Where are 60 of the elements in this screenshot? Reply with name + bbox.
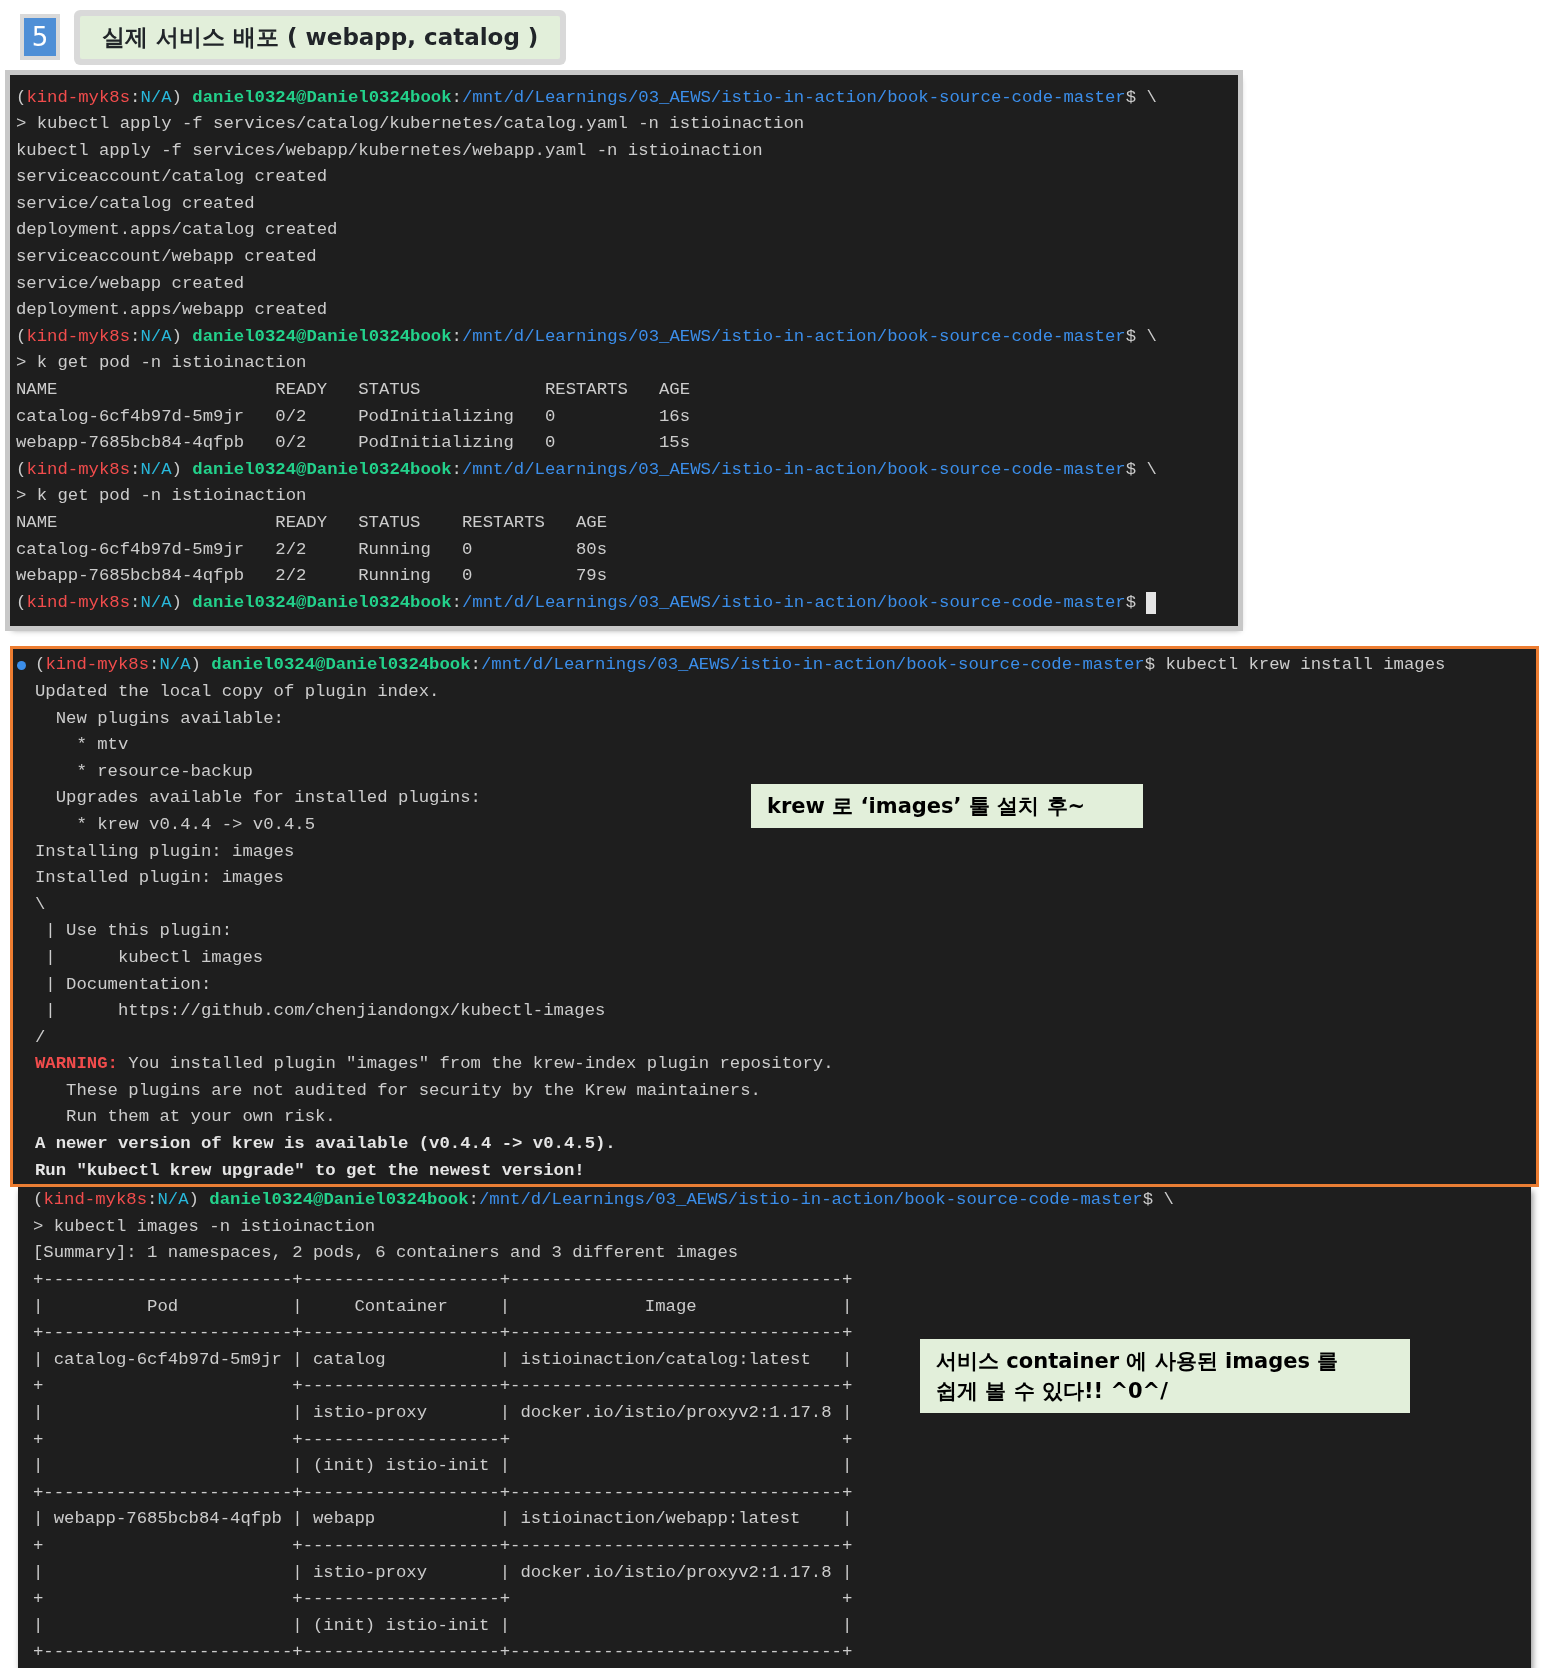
terminal-line: | | istio-proxy | docker.io/istio/proxyv2:1.17.8 |	[33, 1561, 853, 1584]
terminal-line: catalog-6cf4b97d-5m9jr 2/2 Running 0 80s	[16, 538, 608, 561]
terminal-line: * mtv	[75, 734, 129, 757]
terminal-line: NAME READY STATUS RESTARTS AGE	[16, 379, 691, 402]
annotation-note: 서비스 container 에 사용된 images 를 쉽게 볼 수 있다!! ^0^/	[920, 1339, 1410, 1414]
terminal-line: +------------------------+-------------------+--------------------------------+	[33, 1641, 853, 1664]
terminal-line: > kubectl images -n istioinaction	[33, 1215, 376, 1238]
terminal-line: webapp-7685bcb84-4qfpb 0/2 PodInitializing 0 15s	[16, 432, 691, 455]
terminal-line: * krew v0.4.4 -> v0.4.5	[75, 813, 315, 836]
terminal-line: > k get pod -n istioinaction	[16, 352, 307, 375]
terminal-line: Updated the local copy of plugin index.	[35, 680, 440, 703]
terminal-line: Installed plugin: images	[35, 867, 284, 890]
terminal-line: (kind-myk8s:N/A) daniel0324@Daniel0324book:/mnt/d/Learnings/03_AEWS/istio-in-action/book-source-code-master$ kubectl krew install images	[35, 654, 1446, 677]
terminal-line: | kubectl images	[44, 946, 264, 969]
terminal-line: + +-------------------+ +	[33, 1588, 853, 1611]
terminal-line: deployment.apps/webapp created	[16, 299, 328, 322]
terminal-line: | webapp-7685bcb84-4qfpb | webapp | istioinaction/webapp:latest |	[33, 1508, 853, 1531]
terminal-line: These plugins are not audited for security by the Krew maintainers.	[65, 1079, 761, 1102]
terminal-line: * resource-backup	[75, 760, 253, 783]
terminal-line: +------------------------+-------------------+--------------------------------+	[33, 1481, 853, 1504]
terminal-line: [Summary]: 1 namespaces, 2 pods, 6 containers and 3 different images	[33, 1242, 739, 1265]
terminal-line: Run them at your own risk.	[65, 1106, 336, 1129]
terminal-line: | Pod | Container | Image |	[33, 1295, 853, 1318]
terminal-line: | Use this plugin:	[44, 920, 233, 943]
terminal-line: New plugins available:	[54, 707, 284, 730]
terminal-line: Run "kubectl krew upgrade" to get the newest version!	[35, 1159, 585, 1182]
terminal-line: service/webapp created	[16, 272, 245, 295]
terminal-line: serviceaccount/catalog created	[16, 166, 328, 189]
terminal-line: WARNING: You installed plugin "images" from the krew-index plugin repository.	[35, 1053, 834, 1076]
terminal-line: + +-------------------+--------------------------------+	[33, 1375, 853, 1398]
terminal-line: catalog-6cf4b97d-5m9jr 0/2 PodInitializing 0 16s	[16, 405, 691, 428]
terminal-line: (kind-myk8s:N/A) daniel0324@Daniel0324book:/mnt/d/Learnings/03_AEWS/istio-in-action/book-source-code-master$ \	[16, 325, 1157, 348]
terminal-line: | | (init) istio-init | |	[33, 1614, 853, 1637]
terminal-line: Upgrades available for installed plugins:	[54, 787, 481, 810]
annotation-note: krew 로 ‘images’ 툴 설치 후~	[751, 784, 1143, 829]
terminal-line: | Documentation:	[44, 973, 212, 996]
terminal-line: webapp-7685bcb84-4qfpb 2/2 Running 0 79s	[16, 565, 608, 588]
terminal-line: /	[35, 1026, 46, 1049]
terminal-line: kubectl apply -f services/webapp/kubernetes/webapp.yaml -n istioinaction	[16, 139, 763, 162]
terminal-line: > kubectl apply -f services/catalog/kubernetes/catalog.yaml -n istioinaction	[16, 113, 805, 136]
terminal-line: | | (init) istio-init | |	[33, 1455, 853, 1478]
terminal-line: (kind-myk8s:N/A) daniel0324@Daniel0324book:/mnt/d/Learnings/03_AEWS/istio-in-action/book-source-code-master$	[16, 591, 1137, 614]
terminal-line: serviceaccount/webapp created	[16, 246, 317, 269]
terminal-line: +------------------------+-------------------+--------------------------------+	[33, 1269, 853, 1292]
terminal-line: > k get pod -n istioinaction	[16, 485, 307, 508]
terminal-line: + +-------------------+ +	[33, 1428, 853, 1451]
terminal-line: + +-------------------+--------------------------------+	[33, 1534, 853, 1557]
terminal-line: (kind-myk8s:N/A) daniel0324@Daniel0324book:/mnt/d/Learnings/03_AEWS/istio-in-action/book-source-code-master$ \	[16, 86, 1157, 109]
terminal-line: NAME READY STATUS RESTARTS AGE	[16, 512, 608, 534]
terminal-line: \	[35, 893, 46, 916]
terminal-line: +------------------------+-------------------+--------------------------------+	[33, 1322, 853, 1345]
terminal-line: (kind-myk8s:N/A) daniel0324@Daniel0324book:/mnt/d/Learnings/03_AEWS/istio-in-action/book-source-code-master$ \	[16, 458, 1157, 481]
terminal-line: service/catalog created	[16, 192, 255, 215]
terminal-line: | catalog-6cf4b97d-5m9jr | catalog | istioinaction/catalog:latest |	[33, 1348, 853, 1371]
terminal-line: | https://github.com/chenjiandongx/kubectl-images	[44, 1000, 606, 1023]
terminal-line: A newer version of krew is available (v0.4.4 -> v0.4.5).	[35, 1133, 616, 1156]
terminal-line: Installing plugin: images	[35, 840, 295, 863]
terminal-line: deployment.apps/catalog created	[16, 219, 338, 242]
terminal-line: | | istio-proxy | docker.io/istio/proxyv2:1.17.8 |	[33, 1402, 853, 1424]
terminal-line: (kind-myk8s:N/A) daniel0324@Daniel0324book:/mnt/d/Learnings/03_AEWS/istio-in-action/book-source-code-master$ \	[33, 1189, 1174, 1212]
